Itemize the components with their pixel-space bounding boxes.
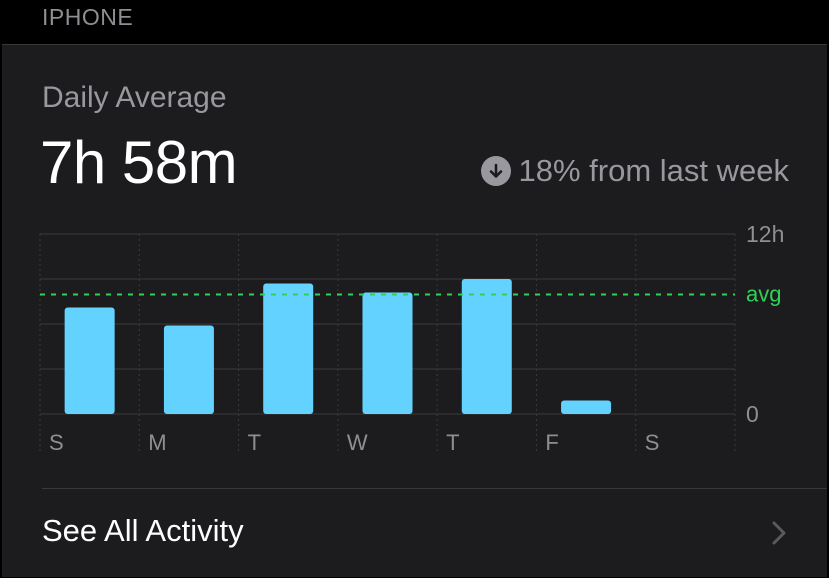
see-all-activity-label: See All Activity bbox=[42, 513, 244, 548]
day-label: S bbox=[49, 430, 64, 455]
see-all-activity-button[interactable]: See All Activity bbox=[2, 489, 827, 577]
bar bbox=[64, 307, 115, 414]
bar bbox=[163, 325, 214, 414]
section-title: IPHONE bbox=[42, 4, 134, 30]
day-label: W bbox=[347, 430, 368, 455]
day-label: F bbox=[545, 430, 558, 455]
usage-card[interactable]: Daily Average 7h 58m 18% from last week … bbox=[2, 44, 827, 577]
usage-bar-chart[interactable]: S M T W T F S 12h 0 avg bbox=[2, 45, 827, 485]
bar bbox=[561, 400, 612, 414]
day-label: S bbox=[645, 430, 660, 455]
y-tick-label: 12h bbox=[746, 221, 784, 247]
day-label: T bbox=[446, 430, 459, 455]
chevron-right-icon bbox=[772, 521, 786, 545]
day-label: M bbox=[148, 430, 166, 455]
section-header: IPHONE bbox=[0, 0, 829, 44]
bar bbox=[461, 279, 512, 414]
y-tick-label: 0 bbox=[746, 401, 759, 427]
day-label: T bbox=[248, 430, 261, 455]
average-label: avg bbox=[746, 281, 781, 306]
bar bbox=[263, 283, 314, 414]
bar bbox=[362, 292, 413, 414]
